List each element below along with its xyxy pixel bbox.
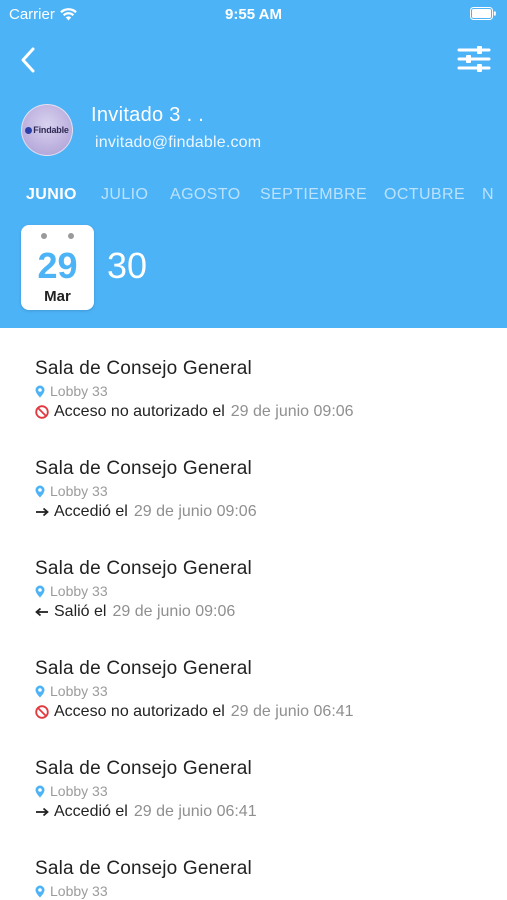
list-item[interactable]: Sala de Consejo General Lobby 33 Acceso … xyxy=(35,658,475,723)
calendar-ring xyxy=(41,233,47,239)
month-tab-julio[interactable]: JULIO xyxy=(101,186,148,204)
profile-header: Carrier 9:55 AM Findable Invitado 3 . . … xyxy=(0,0,507,328)
location-label: Lobby 33 xyxy=(50,583,108,599)
selected-month: Mar xyxy=(44,288,71,305)
month-tab-agosto[interactable]: AGOSTO xyxy=(170,186,241,204)
list-item[interactable]: Sala de Consejo General Lobby 33 Salió e… xyxy=(35,558,475,623)
user-name: Invitado 3 . . xyxy=(91,104,205,126)
no-entry-icon xyxy=(35,705,50,719)
map-pin-icon xyxy=(35,485,45,497)
arrow-right-icon xyxy=(35,507,50,517)
event-timestamp: 29 de junio 09:06 xyxy=(133,503,257,520)
clock: 9:55 AM xyxy=(225,6,282,23)
room-title: Sala de Consejo General xyxy=(35,858,252,879)
location-label: Lobby 33 xyxy=(50,383,108,399)
month-tab-junio[interactable]: JUNIO xyxy=(26,186,77,204)
event-action: Acceso no autorizado el xyxy=(54,403,225,420)
location-label: Lobby 33 xyxy=(50,683,108,699)
map-pin-icon xyxy=(35,385,45,397)
user-email: invitado@findable.com xyxy=(95,134,262,151)
event-line: Salió el 29 de junio 09:06 xyxy=(35,601,475,623)
arrow-right-icon xyxy=(35,807,50,817)
map-pin-icon xyxy=(35,785,45,797)
room-title: Sala de Consejo General xyxy=(35,458,252,479)
findable-logo: Findable xyxy=(25,125,69,135)
event-action: Accedió el xyxy=(54,803,128,820)
list-item[interactable]: Sala de Consejo General Lobby 33 Accedió… xyxy=(35,458,475,523)
map-pin-icon xyxy=(35,885,45,897)
month-tab-septiembre[interactable]: SEPTIEMBRE xyxy=(260,186,367,204)
location-label: Lobby 33 xyxy=(50,483,108,499)
no-entry-icon xyxy=(35,405,50,419)
location-label: Lobby 33 xyxy=(50,783,108,799)
selected-day: 29 xyxy=(37,245,78,286)
back-button[interactable] xyxy=(16,44,42,76)
month-tab-noviembre[interactable]: N xyxy=(482,186,494,204)
filter-button[interactable] xyxy=(457,44,491,74)
list-item[interactable]: Sala de Consejo General Lobby 33 Acceso … xyxy=(35,358,475,423)
event-action: Acceso no autorizado el xyxy=(54,703,225,720)
list-item[interactable]: Sala de Consejo General Lobby 33 Accedió… xyxy=(35,758,475,823)
room-title: Sala de Consejo General xyxy=(35,558,252,579)
month-tab-octubre[interactable]: OCTUBRE xyxy=(384,186,465,204)
event-action: Accedió el xyxy=(54,503,128,520)
calendar-ring xyxy=(68,233,74,239)
event-timestamp: 29 de junio 06:41 xyxy=(133,803,257,820)
room-title: Sala de Consejo General xyxy=(35,358,252,379)
location: Lobby 33 xyxy=(35,682,475,700)
location: Lobby 33 xyxy=(35,882,475,900)
sliders-icon xyxy=(457,46,491,72)
event-line: Accedió el 29 de junio 09:06 xyxy=(35,501,475,523)
chevron-left-icon xyxy=(21,47,35,73)
room-title: Sala de Consejo General xyxy=(35,658,252,679)
event-timestamp: 29 de junio 09:06 xyxy=(112,603,236,620)
selected-date-card[interactable]: 29 Mar xyxy=(21,225,94,310)
map-pin-icon xyxy=(35,685,45,697)
event-timestamp: 29 de junio 09:06 xyxy=(230,403,354,420)
location-label: Lobby 33 xyxy=(50,883,108,899)
location: Lobby 33 xyxy=(35,482,475,500)
battery-icon xyxy=(470,7,497,24)
event-line: Acceso no autorizado el 29 de junio 06:4… xyxy=(35,701,475,723)
event-line: Acceso no autorizado el 29 de junio 09:0… xyxy=(35,401,475,423)
location: Lobby 33 xyxy=(35,582,475,600)
event-timestamp: 29 de junio 06:41 xyxy=(230,703,354,720)
month-selector: JUNIO JULIO AGOSTO SEPTIEMBRE OCTUBRE N xyxy=(0,186,507,210)
status-bar: Carrier 9:55 AM xyxy=(0,0,507,28)
avatar: Findable xyxy=(21,104,73,156)
event-action: Salió el xyxy=(54,603,107,620)
arrow-left-icon xyxy=(35,607,50,617)
event-line: Accedió el 29 de junio 06:41 xyxy=(35,801,475,823)
room-title: Sala de Consejo General xyxy=(35,758,252,779)
location: Lobby 33 xyxy=(35,382,475,400)
list-item[interactable]: Sala de Consejo General Lobby 33 xyxy=(35,858,475,900)
map-pin-icon xyxy=(35,585,45,597)
location: Lobby 33 xyxy=(35,782,475,800)
next-day[interactable]: 30 xyxy=(107,245,147,287)
